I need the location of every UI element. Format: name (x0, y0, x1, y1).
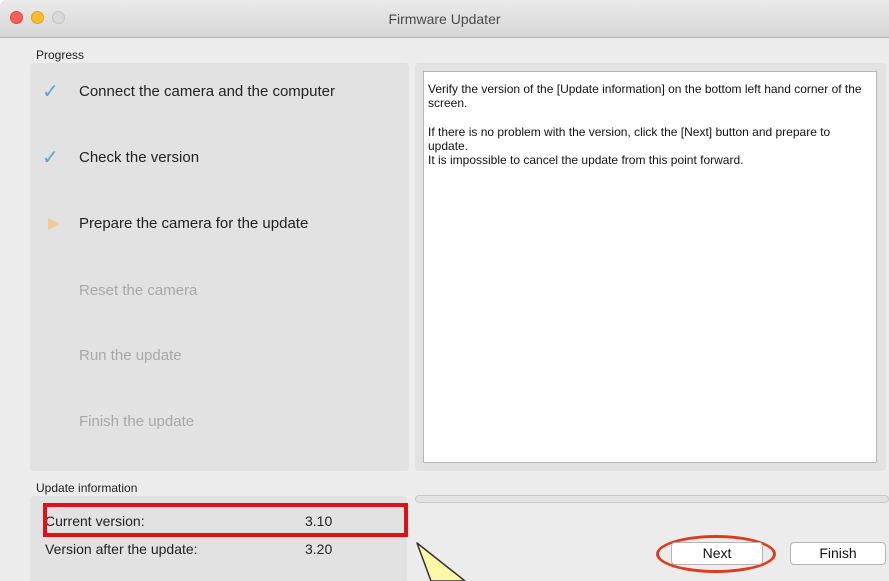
step-label: Check the version (79, 149, 200, 166)
progress-steps-panel: ✓ Connect the camera and the computer ✓ … (30, 63, 409, 471)
current-step-arrow-icon (48, 218, 59, 230)
after-version-value: 3.20 (305, 541, 333, 557)
current-version-highlight-box (43, 503, 408, 537)
title-bar: Firmware Updater (0, 0, 889, 38)
instruction-paragraph: If there is no problem with the version,… (428, 125, 831, 153)
step-label: Prepare the camera for the update (79, 215, 309, 232)
step-reset-camera: Reset the camera (30, 279, 409, 303)
progress-group-label: Progress (36, 48, 85, 62)
update-progress-bar (415, 495, 889, 503)
after-version-row: Version after the update: 3.20 (30, 539, 407, 561)
step-label: Connect the camera and the computer (79, 83, 335, 100)
step-finish-update: Finish the update (30, 410, 409, 434)
checkmark-icon: ✓ (42, 81, 59, 103)
step-check-version: ✓ Check the version (30, 146, 409, 170)
update-info-group-label: Update information (36, 481, 138, 495)
step-label: Reset the camera (79, 282, 198, 299)
step-prepare-camera: Prepare the camera for the update (30, 212, 409, 236)
instructions-panel: Verify the version of the [Update inform… (415, 63, 886, 471)
after-version-label: Version after the update: (45, 541, 198, 557)
callout-pointer-icon (416, 542, 466, 581)
instruction-paragraph: It is impossible to cancel the update fr… (428, 153, 744, 167)
step-label: Finish the update (79, 413, 195, 430)
next-button[interactable]: Next (671, 542, 763, 565)
instructions-text-box: Verify the version of the [Update inform… (423, 71, 877, 463)
instruction-paragraph: Verify the version of the [Update inform… (428, 82, 862, 110)
step-label: Run the update (79, 347, 182, 364)
window-title: Firmware Updater (388, 11, 501, 27)
step-run-update: Run the update (30, 344, 409, 368)
firmware-updater-window: Firmware Updater Progress ✓ Connect the … (0, 0, 889, 581)
checkmark-icon: ✓ (42, 147, 59, 169)
step-connect: ✓ Connect the camera and the computer (30, 80, 409, 104)
finish-button[interactable]: Finish (790, 542, 886, 565)
